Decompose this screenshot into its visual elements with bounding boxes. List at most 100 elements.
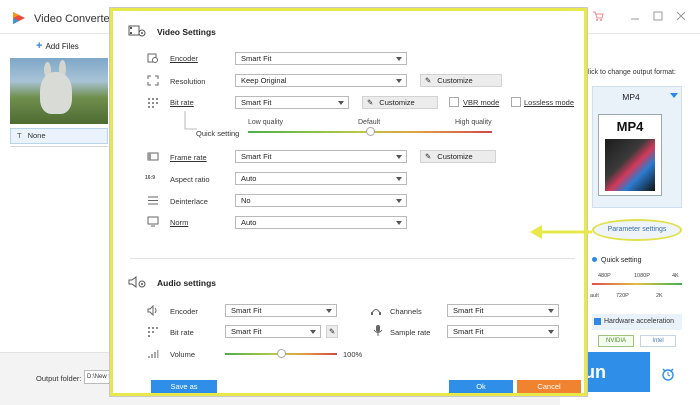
checkbox-icon [594,318,601,325]
chevron-down-icon [396,79,402,83]
video-settings-icon [128,25,146,37]
deinterlace-icon [148,196,158,205]
aspect-ratio-label: Aspect ratio [170,175,210,184]
app-title: Video Converter [34,13,114,25]
norm-select[interactable]: Auto [235,216,407,229]
volume-value: 100% [343,350,363,359]
volume-label: Volume [170,350,196,359]
res-label: 2K [656,293,663,299]
audio-bitrate-edit-button[interactable]: ✎ [326,325,338,338]
minimize-icon[interactable] [629,10,641,22]
resolution-icon [147,75,159,86]
resolution-select[interactable]: Keep Original [235,74,407,87]
parameter-settings-button[interactable]: Parameter settings [592,219,682,241]
chevron-down-icon [548,309,554,313]
channels-label: Channels [390,307,422,316]
audio-encoder-label: Encoder [170,307,198,316]
text-icon: T [17,131,22,140]
maximize-icon[interactable] [652,10,664,22]
chevron-down-icon [326,309,332,313]
app-logo-icon [13,12,25,24]
annotation-arrow-icon [530,225,592,239]
audio-bitrate-select[interactable]: Smart Fit [225,325,321,338]
close-icon[interactable] [675,10,687,22]
chevron-down-icon[interactable] [670,93,678,98]
subtitle-selector[interactable]: T None [10,128,108,144]
pencil-icon: ✎ [329,327,336,336]
channels-value: Smart Fit [453,306,484,315]
customize-label: Customize [437,76,473,85]
channels-icon [371,309,381,315]
norm-value: Auto [241,218,257,227]
frame-rate-label: Frame rate [170,153,207,162]
vbr-mode-label[interactable]: VBR mode [463,98,499,107]
chevron-down-icon [396,57,402,61]
frame-rate-select[interactable]: Smart Fit [235,150,407,163]
deinterlace-select[interactable]: No [235,194,407,207]
audio-bitrate-icon [148,327,158,337]
hardware-acceleration-toggle[interactable]: Hardware acceleration [592,314,682,330]
thumbnail-detail [40,72,72,114]
mp4-icon-label: MP4 [616,119,644,134]
format-hint: lick to change output format: [588,69,676,76]
pencil-icon: ✎ [367,98,374,107]
res-label: 480P [598,273,611,279]
resolution-value: Keep Original [241,76,287,85]
cancel-button[interactable]: Cancel [517,380,581,393]
pencil-icon: ✎ [425,76,432,85]
quick-setting-dot [592,257,597,262]
video-encoder-label: Encoder [170,54,198,63]
pencil-icon: ✎ [425,152,432,161]
video-thumbnail[interactable] [10,58,108,124]
audio-settings-icon [128,276,146,288]
deinterlace-value: No [241,196,251,205]
frame-rate-icon [147,152,159,161]
res-label: 720P [616,293,629,299]
deinterlace-label: Deinterlace [170,197,208,206]
intel-button[interactable]: Intel [640,335,676,347]
chevron-down-icon [396,221,402,225]
norm-label: Norm [170,218,189,227]
alarm-clock-icon[interactable] [660,366,676,382]
ok-button[interactable]: Ok [449,380,513,393]
volume-icon [148,350,159,358]
video-bitrate-select[interactable]: Smart Fit [235,96,349,109]
quality-slider-knob[interactable] [365,127,375,136]
plus-icon: + [36,40,43,52]
mp4-format-icon[interactable]: MP4 [598,114,662,196]
resolution-slider[interactable] [592,283,682,285]
aspect-ratio-icon: 16:9 [145,175,156,181]
lossless-mode-checkbox[interactable] [511,97,521,107]
quick-setting-side: Quick setting [592,257,641,264]
video-encoder-select[interactable]: Smart Fit [235,52,407,65]
save-as-button[interactable]: Save as [151,380,217,393]
film-strip-graphic [605,139,655,191]
res-label: ault [590,293,599,299]
chevron-down-icon [310,330,316,334]
resolution-customize-button[interactable]: ✎ Customize [420,74,502,87]
frame-rate-customize-button[interactable]: ✎ Customize [420,150,496,163]
cart-icon[interactable] [592,10,604,22]
bitrate-customize-button[interactable]: ✎ Customize [362,96,438,109]
output-folder-label: Output folder: [36,374,82,383]
output-folder-input[interactable]: D:\New f [84,370,110,384]
aspect-ratio-select[interactable]: Auto [235,172,407,185]
hardware-acceleration-label: Hardware acceleration [604,318,675,325]
sample-rate-select[interactable]: Smart Fit [447,325,559,338]
vbr-mode-checkbox[interactable] [449,97,459,107]
chevron-down-icon [396,155,402,159]
add-files-button[interactable]: + Add Files [36,40,79,52]
video-bitrate-value: Smart Fit [241,98,272,107]
resolution-label: Resolution [170,77,206,86]
output-format-label[interactable]: MP4 [592,92,670,102]
audio-encoder-select[interactable]: Smart Fit [225,304,337,317]
chevron-down-icon [396,177,402,181]
nvidia-button[interactable]: NVIDIA [598,335,634,347]
volume-slider-knob[interactable] [276,349,286,358]
lossless-mode-label[interactable]: Lossless mode [524,98,574,107]
audio-bitrate-value: Smart Fit [231,327,262,336]
channels-select[interactable]: Smart Fit [447,304,559,317]
sample-rate-value: Smart Fit [453,327,484,336]
sample-rate-label: Sample rate [390,328,431,337]
add-files-label: Add Files [45,42,79,51]
